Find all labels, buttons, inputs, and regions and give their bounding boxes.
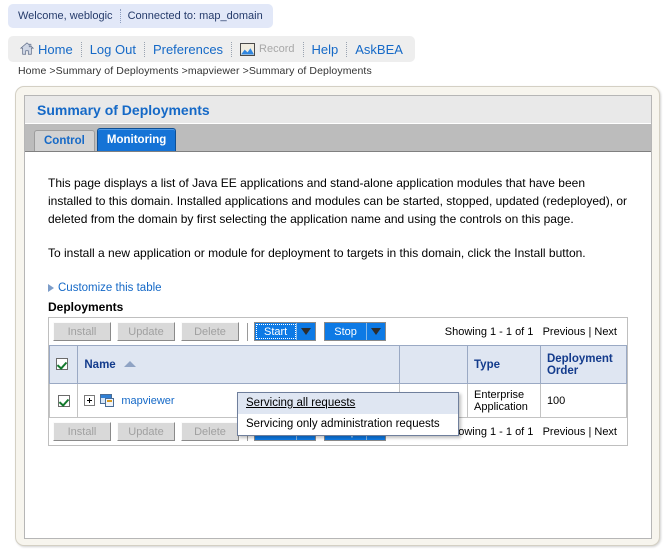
row-order-cell: 100	[539, 383, 628, 418]
table-header-row: Name Type Deployment Order	[48, 345, 628, 384]
nav-askbea-label[interactable]: AskBEA	[355, 42, 403, 57]
nav-help[interactable]: Help	[312, 42, 339, 57]
nav-home-label[interactable]: Home	[38, 42, 73, 57]
welcome-bar: Welcome, weblogic Connected to: map_doma…	[8, 4, 273, 28]
tab-control-label: Control	[44, 135, 85, 147]
tab-strip: Control Monitoring	[25, 124, 651, 152]
nav-record-label: Record	[259, 43, 295, 55]
pagination-bottom: Showing 1 - 1 of 1 Previous | Next	[445, 426, 623, 438]
description-paragraph-2: To install a new application or module f…	[48, 246, 586, 260]
update-button-top[interactable]: Update	[117, 322, 175, 341]
nav-askbea[interactable]: AskBEA	[355, 42, 403, 57]
stop-dropdown-toggle-top[interactable]	[366, 323, 385, 340]
row-select-cell[interactable]	[48, 383, 79, 418]
select-all-header[interactable]	[48, 345, 79, 384]
update-button-bottom[interactable]: Update	[117, 422, 175, 441]
previous-link-bottom[interactable]: Previous	[543, 426, 586, 438]
previous-link-top[interactable]: Previous	[543, 326, 586, 338]
customize-table-row[interactable]: Customize this table	[48, 282, 637, 294]
record-icon	[240, 42, 256, 56]
row-type-cell: Enterprise Application	[467, 383, 541, 418]
page-title-text: Summary of Deployments	[37, 101, 210, 118]
start-dropdown-menu[interactable]: Servicing all requests Servicing only ad…	[237, 392, 459, 436]
install-button-top[interactable]: Install	[53, 322, 111, 341]
nav-divider-4	[302, 41, 304, 57]
nav-preferences[interactable]: Preferences	[153, 42, 223, 57]
nav-preferences-label[interactable]: Preferences	[153, 42, 223, 57]
nav-divider-2	[143, 41, 145, 57]
application-icon	[100, 393, 116, 408]
column-header-deployment-order[interactable]: Deployment Order	[539, 345, 628, 384]
tab-monitoring[interactable]: Monitoring	[96, 128, 177, 151]
install-button-bottom[interactable]: Install	[53, 422, 111, 441]
column-header-type[interactable]: Type	[467, 345, 541, 384]
select-all-checkbox[interactable]	[56, 358, 68, 371]
breadcrumb[interactable]: Home >Summary of Deployments >mapviewer …	[18, 65, 372, 77]
table-toolbar-top: Install Update Delete Start Stop Showing…	[49, 318, 627, 345]
nav-logout-label[interactable]: Log Out	[90, 42, 136, 57]
start-button-top[interactable]: Start	[255, 323, 298, 340]
nav-logout[interactable]: Log Out	[90, 42, 136, 57]
column-header-name-label: Name	[84, 358, 116, 371]
nav-home[interactable]: Home	[20, 42, 73, 57]
row-checkbox[interactable]	[57, 394, 70, 407]
deployments-section-label: Deployments	[48, 300, 124, 314]
connected-text: Connected to: map_domain	[127, 10, 263, 22]
expand-row-icon[interactable]	[84, 395, 96, 406]
delete-button-top[interactable]: Delete	[181, 322, 239, 341]
column-header-name[interactable]: Name	[77, 345, 401, 384]
global-nav-toolbar: Home Log Out Preferences Record Help Ask…	[8, 36, 415, 62]
content-panel-inner: Summary of Deployments Control Monitorin…	[24, 95, 652, 539]
nav-divider-5	[346, 41, 348, 57]
tab-control[interactable]: Control	[34, 130, 95, 151]
delete-button-bottom[interactable]: Delete	[181, 422, 239, 441]
nav-help-label[interactable]: Help	[312, 42, 339, 57]
stop-button-top[interactable]: Stop	[325, 323, 367, 340]
menu-item-servicing-all-requests[interactable]: Servicing all requests	[238, 393, 458, 414]
sort-ascending-icon	[123, 361, 136, 368]
chevron-down-icon	[370, 328, 381, 335]
showing-count-top: Showing 1 - 1 of 1	[444, 325, 534, 338]
menu-item-servicing-admin-requests[interactable]: Servicing only administration requests	[238, 414, 458, 435]
welcome-text: Welcome, weblogic	[18, 10, 113, 22]
pagination-separator-top: |	[588, 325, 592, 338]
content-panel-outer: Summary of Deployments Control Monitorin…	[15, 86, 660, 546]
chevron-down-icon	[301, 328, 312, 335]
customize-table-link[interactable]: Customize this table	[58, 282, 162, 294]
next-link-top[interactable]: Next	[594, 326, 617, 338]
start-split-button-top[interactable]: Start	[254, 322, 317, 341]
next-link-bottom[interactable]: Next	[594, 426, 617, 438]
stop-split-button-top[interactable]: Stop	[324, 322, 386, 341]
column-header-type-label: Type	[474, 358, 501, 371]
deployment-name-link[interactable]: mapviewer	[121, 395, 174, 407]
nav-divider-1	[80, 41, 82, 57]
home-icon	[20, 42, 34, 55]
nav-record: Record	[240, 42, 295, 56]
pagination-top: Showing 1 - 1 of 1 Previous | Next	[445, 326, 623, 338]
nav-divider-3	[231, 41, 233, 57]
description-paragraph-1: This page displays a list of Java EE app…	[48, 176, 628, 226]
breadcrumb-text: Home >Summary of Deployments >mapviewer …	[18, 65, 372, 77]
column-header-deployment-order-label: Deployment Order	[546, 352, 613, 377]
toolbar-divider-top	[247, 322, 248, 341]
chevron-right-icon	[48, 284, 54, 292]
tab-monitoring-label: Monitoring	[106, 134, 167, 146]
panel-body: This page displays a list of Java EE app…	[25, 152, 651, 537]
column-header-state[interactable]	[399, 345, 469, 384]
start-dropdown-toggle-top[interactable]	[297, 323, 316, 340]
page-title: Summary of Deployments	[25, 96, 651, 124]
welcome-divider	[119, 9, 121, 23]
pagination-separator-bottom: |	[588, 425, 592, 438]
